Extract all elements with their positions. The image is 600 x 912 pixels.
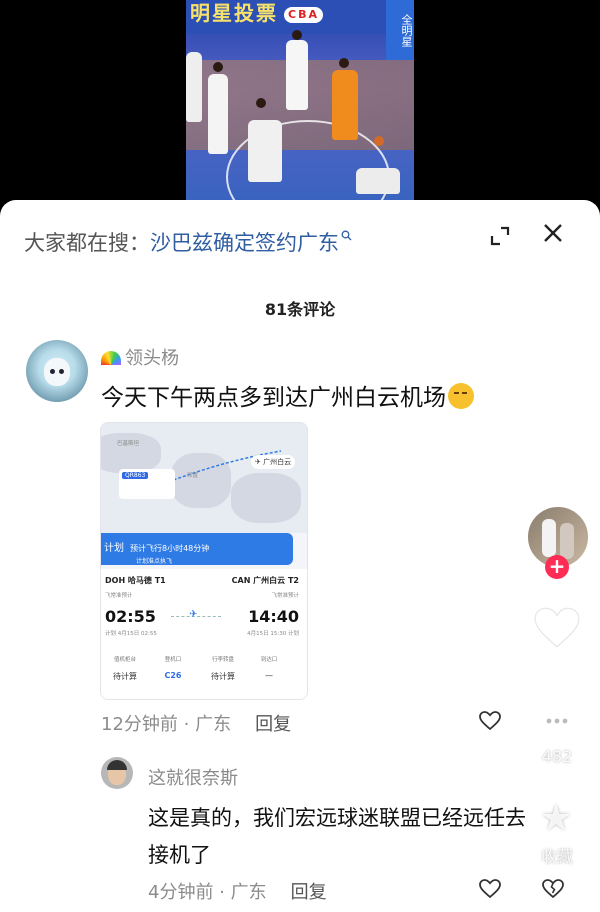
player: [356, 168, 400, 194]
smirk-emoji-icon: [448, 383, 474, 409]
trending-search-label: 大家都在搜：: [24, 231, 150, 255]
flight-chip: QR863: [119, 469, 175, 499]
banner-text: 明星投票: [190, 1, 278, 25]
favorite-star-icon[interactable]: ★: [540, 801, 572, 837]
dep-note: 飞常准预计: [105, 593, 133, 599]
plane-icon: ✈: [189, 609, 198, 620]
comment-count: 81条评论: [264, 300, 336, 319]
origin-airport: DOH 哈马德 T1: [105, 576, 166, 585]
info-exit: 到达口 —: [249, 655, 289, 680]
comment-text-body: 今天下午两点多到达广州白云机场: [101, 385, 446, 411]
comments-panel: 大家都在搜： 沙巴兹确定签约广东 81条评论 领头杨 今天下午两点多到达广州白云…: [0, 200, 600, 912]
player-head: [256, 98, 266, 108]
search-icon: [341, 229, 352, 245]
flight-info-row: 值机柜台 待计算 登机口 C26 行李转盘 待计算 到达口 —: [101, 655, 307, 695]
departure-time: 02:55: [105, 607, 156, 626]
arr-plan: 4月15日 15:30 计划: [247, 631, 299, 637]
info-label: 到达口: [260, 657, 278, 663]
like-heart-icon[interactable]: [478, 709, 502, 733]
avatar-person: [542, 519, 556, 557]
info-value: 待计算: [113, 672, 137, 681]
player-head: [213, 62, 223, 72]
avatar-hair: [107, 760, 127, 770]
arr-note: 飞常准预计: [271, 593, 299, 599]
basketball-icon: [374, 136, 384, 146]
comment-username[interactable]: 领头杨: [101, 344, 179, 370]
info-label: 登机口: [164, 657, 182, 663]
comment-time: 4分钟前: [148, 882, 214, 903]
player-head: [292, 30, 302, 40]
info-checkin: 值机柜台 待计算: [105, 655, 145, 682]
comment-count-label: 482: [541, 747, 573, 766]
like-heart-icon[interactable]: [532, 603, 582, 653]
info-value: 待计算: [211, 672, 235, 681]
player: [186, 52, 202, 122]
trending-search-query[interactable]: 沙巴兹确定签约广东: [150, 227, 339, 257]
basketball-video-frame: 明星投票 CBA 全明星: [186, 0, 414, 200]
info-value: C26: [164, 671, 182, 680]
trending-search[interactable]: 大家都在搜： 沙巴兹确定签约广东: [24, 224, 444, 260]
favorite-label: 收藏: [540, 847, 573, 866]
comment-image-attachment[interactable]: 巴基斯坦 印度 ✈ 广州白云 QR863 计划 预计飞行8小时48分钟 计划准点执…: [100, 422, 308, 700]
comment-location: 广东: [195, 714, 232, 735]
player: [248, 120, 282, 182]
info-label: 值机柜台: [113, 657, 136, 663]
avatar-eye: [50, 369, 55, 374]
player: [208, 74, 228, 154]
comment-text: 今天下午两点多到达广州白云机场: [101, 378, 474, 412]
flight-card: DOH 哈马德 T1 CAN 广州白云 T2 飞常准预计 飞常准预计 02:55…: [101, 569, 307, 699]
comment-username[interactable]: 这就很奈斯: [148, 764, 238, 790]
flight-plan-bar: 计划 预计飞行8小时48分钟 计划准点执飞: [101, 533, 293, 565]
avatar[interactable]: [101, 757, 133, 789]
info-gate: 登机口 C26: [153, 655, 193, 680]
sheep-avatar-face: [44, 358, 70, 386]
player-head: [339, 58, 349, 68]
like-heart-icon[interactable]: [478, 877, 502, 901]
side-board: 全明星: [386, 0, 414, 60]
dislike-broken-heart-icon[interactable]: [541, 877, 565, 901]
comment-location: 广东: [230, 882, 267, 903]
arena-banner: 明星投票 CBA: [186, 0, 414, 34]
reply-button[interactable]: 回复: [291, 882, 327, 903]
reply-button[interactable]: 回复: [255, 714, 291, 735]
comment-meta: 4分钟前 · 广东 回复: [148, 882, 327, 903]
info-label: 行李转盘: [211, 657, 234, 663]
comment-text: 这是真的，我们宏远球迷联盟已经远任去接机了: [148, 806, 526, 867]
plan-detail: 预计飞行8小时48分钟: [130, 544, 210, 553]
video-player[interactable]: 明星投票 CBA 全明星: [0, 0, 600, 210]
minimize-icon[interactable]: [488, 224, 512, 248]
route-chip: ✈ 广州白云: [251, 455, 296, 469]
dep-plan: 计划 4月15日 02:55: [105, 631, 157, 637]
comment-bubble-icon[interactable]: [534, 703, 580, 743]
cba-badge: CBA: [284, 6, 323, 23]
close-icon[interactable]: [541, 222, 565, 246]
map-label: 巴基斯坦: [117, 441, 140, 447]
rainbow-icon: [101, 351, 121, 365]
player: [332, 70, 358, 140]
comment-username-text: 领头杨: [125, 348, 179, 369]
avatar-eye: [59, 369, 64, 374]
player: [286, 40, 308, 110]
map-label: 印度: [187, 473, 199, 479]
info-value: —: [265, 671, 273, 680]
plan-label: 计划: [104, 543, 124, 554]
info-baggage: 行李转盘 待计算: [203, 655, 243, 682]
follow-plus-icon[interactable]: +: [545, 555, 569, 579]
plan-sub: 计划准点执飞: [136, 558, 173, 565]
avatar[interactable]: [26, 340, 88, 402]
flight-number: QR863: [122, 472, 149, 479]
comment-meta: 12分钟前 · 广东 回复: [101, 714, 292, 735]
flight-map: 巴基斯坦 印度 ✈ 广州白云 QR863: [101, 423, 307, 533]
destination-airport: CAN 广州白云 T2: [231, 576, 299, 585]
arrival-time: 14:40: [248, 607, 299, 626]
comment-time: 12分钟前: [101, 714, 178, 735]
